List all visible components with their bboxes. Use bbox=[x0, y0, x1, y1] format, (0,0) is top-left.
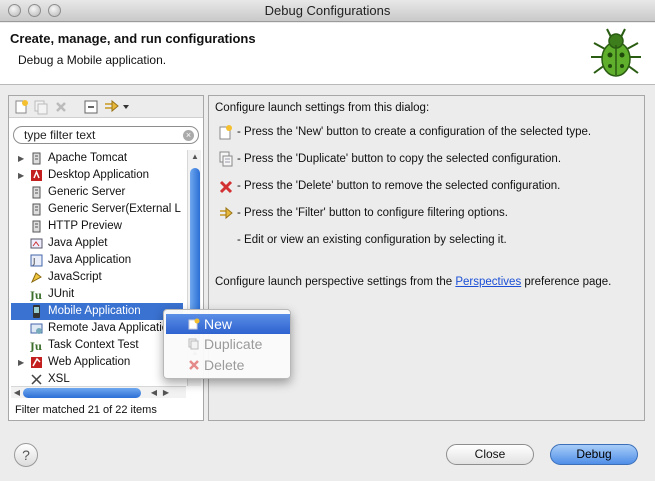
new-config-icon bbox=[219, 125, 232, 140]
delete-icon bbox=[219, 180, 233, 194]
tree-item[interactable]: ▶ Web Application bbox=[11, 354, 183, 371]
java-app-icon: J bbox=[30, 254, 43, 267]
tree-item[interactable]: Java Applet bbox=[11, 235, 183, 252]
filter-placeholder: type filter text bbox=[24, 128, 96, 142]
tree-item-label: Generic Server(External L bbox=[48, 203, 181, 215]
server-icon bbox=[32, 203, 41, 216]
header-banner: Create, manage, and run configurations D… bbox=[0, 23, 655, 85]
tree-item[interactable]: ▶ Desktop Application bbox=[11, 167, 183, 184]
tree-item[interactable]: Generic Server(External L bbox=[11, 201, 183, 218]
web-app-icon bbox=[31, 357, 42, 368]
tree-item-label: JUnit bbox=[48, 288, 75, 300]
tree-item-label: Apache Tomcat bbox=[48, 152, 128, 164]
help-button[interactable]: ? bbox=[14, 443, 38, 467]
tree-item[interactable]: HTTP Preview bbox=[11, 218, 183, 235]
expand-arrow-icon[interactable]: ▶ bbox=[18, 150, 24, 167]
filter-status: Filter matched 21 of 22 items bbox=[15, 404, 157, 416]
svg-text:Ju: Ju bbox=[30, 342, 42, 352]
tree-item-label: Mobile Application bbox=[48, 305, 141, 317]
tree-item[interactable]: JavaScript bbox=[11, 269, 183, 286]
minimize-window-icon[interactable] bbox=[28, 4, 41, 17]
server-icon bbox=[32, 186, 41, 199]
tree-horizontal-scrollbar[interactable]: ◀ ◀ ▶ bbox=[11, 386, 186, 398]
context-menu-duplicate[interactable]: Duplicate bbox=[166, 334, 290, 354]
banner-title: Create, manage, and run configurations bbox=[10, 31, 256, 46]
tree-item[interactable]: Generic Server bbox=[11, 184, 183, 201]
tree-item[interactable]: Mobile Application bbox=[11, 303, 183, 320]
scroll-up-icon[interactable]: ▲ bbox=[190, 152, 200, 162]
debug-button[interactable]: Debug bbox=[550, 444, 638, 465]
svg-text:Ju: Ju bbox=[30, 291, 42, 301]
javascript-icon bbox=[30, 272, 42, 284]
config-toolbar bbox=[9, 96, 203, 118]
tree-item-label: Web Application bbox=[48, 356, 131, 368]
scroll-right-icon[interactable]: ▶ bbox=[161, 388, 171, 398]
horizontal-scroll-thumb[interactable] bbox=[23, 388, 141, 398]
tree-item[interactable]: ▶ Apache Tomcat bbox=[11, 150, 183, 167]
xsl-icon bbox=[31, 374, 42, 385]
zoom-window-icon[interactable] bbox=[48, 4, 61, 17]
info-intro: Configure launch settings from this dial… bbox=[215, 102, 430, 114]
expand-arrow-icon[interactable]: ▶ bbox=[18, 354, 24, 371]
scroll-left-icon[interactable]: ◀ bbox=[12, 388, 22, 398]
tree-item[interactable]: Ju JUnit bbox=[11, 286, 183, 303]
tree-item[interactable]: Remote Java Applicatio bbox=[11, 320, 183, 337]
tree-item-label: Remote Java Applicatio bbox=[48, 322, 169, 334]
svg-text:J: J bbox=[32, 257, 35, 266]
applet-icon bbox=[30, 238, 43, 249]
collapse-all-button[interactable] bbox=[83, 99, 99, 115]
scroll-left-icon[interactable]: ◀ bbox=[149, 388, 159, 398]
expand-arrow-icon[interactable]: ▶ bbox=[18, 167, 24, 184]
tree-item-label: Desktop Application bbox=[48, 169, 150, 181]
clear-filter-icon[interactable]: × bbox=[183, 130, 194, 141]
junit-icon: Ju bbox=[30, 291, 42, 301]
new-config-icon bbox=[188, 318, 200, 330]
tree-item-label: Generic Server bbox=[48, 186, 126, 198]
configuration-tree: ▶ Apache Tomcat ▶ Desktop Application Generi… bbox=[11, 150, 183, 385]
duplicate-config-button[interactable] bbox=[33, 99, 49, 115]
delete-config-button[interactable] bbox=[53, 99, 69, 115]
delete-icon bbox=[189, 360, 199, 370]
title-bar: Debug Configurations bbox=[0, 0, 655, 22]
remote-java-icon bbox=[30, 323, 43, 334]
tree-item[interactable]: J Java Application bbox=[11, 252, 183, 269]
tree-item[interactable]: Ju Task Context Test bbox=[11, 337, 183, 354]
perspectives-link[interactable]: Perspectives bbox=[455, 276, 521, 288]
filter-icon bbox=[220, 206, 233, 220]
banner-subtitle: Debug a Mobile application. bbox=[18, 53, 167, 67]
context-menu-delete[interactable]: Delete bbox=[166, 355, 290, 375]
tree-item-label: JavaScript bbox=[48, 271, 102, 283]
desktop-app-icon bbox=[31, 170, 42, 181]
tree-item-label: Java Applet bbox=[48, 237, 108, 249]
new-config-button[interactable] bbox=[13, 99, 29, 115]
duplicate-icon bbox=[219, 151, 233, 167]
close-button[interactable]: Close bbox=[446, 444, 534, 465]
tree-item[interactable]: XSL bbox=[11, 371, 183, 385]
tree-item-label: Java Application bbox=[48, 254, 132, 266]
context-menu: New Duplicate Delete bbox=[163, 309, 291, 379]
mobile-icon bbox=[33, 305, 40, 318]
filter-dropdown-button[interactable] bbox=[103, 99, 131, 115]
context-menu-new[interactable]: New bbox=[166, 314, 290, 334]
server-icon bbox=[32, 152, 41, 165]
duplicate-icon bbox=[188, 338, 199, 350]
debug-bug-icon bbox=[591, 28, 641, 77]
tree-item-label: XSL bbox=[48, 373, 70, 385]
tree-item-label: HTTP Preview bbox=[48, 220, 122, 232]
server-icon bbox=[32, 220, 41, 233]
filter-input[interactable]: type filter text × bbox=[13, 126, 199, 144]
tree-item-label: Task Context Test bbox=[48, 339, 139, 351]
window-title: Debug Configurations bbox=[264, 3, 391, 18]
junit-icon: Ju bbox=[30, 342, 42, 352]
close-window-icon[interactable] bbox=[8, 4, 21, 17]
perspective-info: Configure launch perspective settings fr… bbox=[215, 276, 612, 288]
